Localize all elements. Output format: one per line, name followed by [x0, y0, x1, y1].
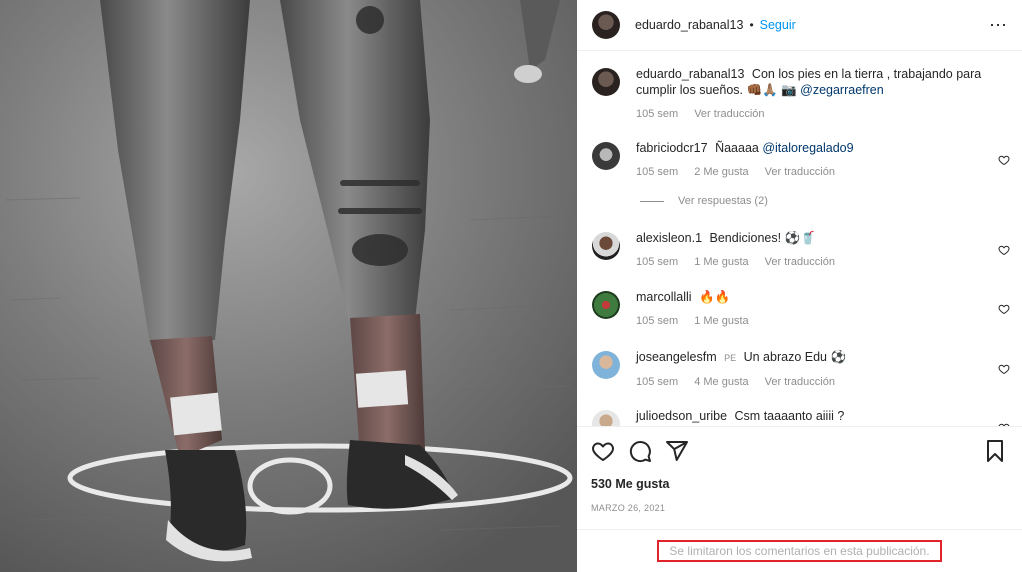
share-paper-plane-icon[interactable]	[665, 439, 689, 463]
comment-item: fabriciodcr17 Ñaaaaa @italoregalado9 105…	[592, 140, 1010, 180]
comment-item: julioedson_uribe Csm taaaanto aiiii ?	[592, 408, 1010, 426]
country-badge: PE	[724, 353, 737, 363]
comment-time[interactable]: 105 sem	[636, 313, 678, 329]
comment-likes[interactable]: 1 Me gusta	[694, 313, 748, 329]
post-panel: eduardo_rabanal13 • Seguir ⋯ eduardo_rab…	[577, 0, 1022, 572]
photo-legs-on-grass	[0, 0, 577, 572]
header-separator: •	[749, 18, 754, 32]
post-date[interactable]: MARZO 26, 2021	[591, 503, 1007, 513]
comment-text: Bendiciones! ⚽🥤	[709, 231, 816, 245]
author-avatar[interactable]	[592, 11, 620, 39]
caption-mention[interactable]: @zegarraefren	[800, 83, 884, 97]
comment-time[interactable]: 105 sem	[636, 164, 678, 180]
comment-time[interactable]: 105 sem	[636, 374, 678, 390]
like-comment-heart-icon[interactable]	[998, 303, 1010, 315]
comment-username[interactable]: joseangelesfm	[636, 350, 717, 364]
caption-username[interactable]: eduardo_rabanal13	[636, 67, 744, 81]
like-comment-heart-icon[interactable]	[998, 363, 1010, 375]
follow-button[interactable]: Seguir	[760, 18, 796, 32]
comment-avatar[interactable]	[592, 410, 620, 426]
comment-translate-link[interactable]: Ver traducción	[765, 254, 835, 270]
caption-translate-link[interactable]: Ver traducción	[694, 106, 764, 122]
post-header: eduardo_rabanal13 • Seguir ⋯	[577, 0, 1022, 51]
more-options-icon[interactable]: ⋯	[989, 16, 1008, 34]
comments-limited-notice: Se limitaron los comentarios en esta pub…	[577, 529, 1022, 572]
caption-time[interactable]: 105 sem	[636, 106, 678, 122]
comment-item: alexisleon.1 Bendiciones! ⚽🥤 105 sem 1 M…	[592, 230, 1010, 270]
comment-avatar[interactable]	[592, 351, 620, 379]
view-replies-button[interactable]: Ver respuestas (2)	[640, 195, 768, 207]
comment-likes[interactable]: 1 Me gusta	[694, 254, 748, 270]
author-username[interactable]: eduardo_rabanal13	[635, 18, 743, 32]
comment-text: Csm taaaanto aiiii ?	[734, 409, 845, 423]
replies-divider	[640, 200, 664, 202]
comments-list[interactable]: eduardo_rabanal13 Con los pies en la tie…	[577, 52, 1022, 426]
comment-translate-link[interactable]: Ver traducción	[765, 374, 835, 390]
post-actions: 530 Me gusta MARZO 26, 2021	[577, 426, 1022, 513]
comment-likes[interactable]: 2 Me gusta	[694, 164, 748, 180]
comment-avatar[interactable]	[592, 232, 620, 260]
comment-text: 🔥🔥	[699, 290, 731, 304]
comment-avatar[interactable]	[592, 291, 620, 319]
comment-username[interactable]: marcollalli	[636, 290, 692, 304]
comment-text: Ñaaaaa	[715, 141, 759, 155]
like-comment-heart-icon[interactable]	[998, 244, 1010, 256]
comment-username[interactable]: alexisleon.1	[636, 231, 702, 245]
comment-translate-link[interactable]: Ver traducción	[765, 164, 835, 180]
view-replies-label: Ver respuestas (2)	[678, 195, 768, 207]
like-comment-heart-icon[interactable]	[998, 154, 1010, 166]
comment-item: marcollalli 🔥🔥 105 sem 1 Me gusta	[592, 289, 1010, 329]
comment-mention[interactable]: @italoregalado9	[762, 141, 853, 155]
comment-text: Un abrazo Edu ⚽	[743, 350, 847, 364]
comment-username[interactable]: fabriciodcr17	[636, 141, 708, 155]
caption: eduardo_rabanal13 Con los pies en la tie…	[592, 66, 1010, 122]
comment-time[interactable]: 105 sem	[636, 254, 678, 270]
comment-likes[interactable]: 4 Me gusta	[694, 374, 748, 390]
comment-item: joseangelesfm PE Un abrazo Edu ⚽ 105 sem…	[592, 349, 1010, 390]
save-bookmark-icon[interactable]	[983, 439, 1007, 463]
like-heart-icon[interactable]	[591, 439, 615, 463]
likes-count[interactable]: 530 Me gusta	[591, 477, 1007, 491]
caption-avatar[interactable]	[592, 68, 620, 96]
comments-limited-text: Se limitaron los comentarios en esta pub…	[657, 540, 942, 562]
comment-bubble-icon[interactable]	[628, 439, 652, 463]
comment-username[interactable]: julioedson_uribe	[636, 409, 727, 423]
post-photo	[0, 0, 577, 572]
comment-avatar[interactable]	[592, 142, 620, 170]
